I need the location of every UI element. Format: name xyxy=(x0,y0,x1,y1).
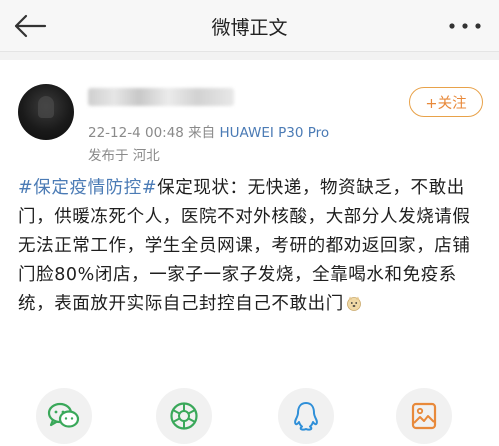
hashtag-link[interactable]: #保定疫情防控# xyxy=(18,178,157,198)
post-meta: 22-12-4 00:48 来自 HUAWEI P30 Pro xyxy=(88,121,329,141)
share-moments-button[interactable] xyxy=(156,388,212,444)
username-redacted[interactable] xyxy=(88,88,234,106)
follow-button[interactable]: +关注 xyxy=(409,87,483,117)
moments-icon xyxy=(170,402,198,430)
post-date-source: 22-12-4 00:48 来自 xyxy=(88,125,220,141)
post-text: 保定现状：无快递，物资缺乏，不敢出门，供暖冻死个人，医院不对外核酸，大部分人发烧… xyxy=(18,178,471,314)
page-title: 微博正文 xyxy=(211,17,288,39)
share-bar xyxy=(0,384,499,446)
post-card: 22-12-4 00:48 来自 HUAWEI P30 Pro 发布于 河北 +… xyxy=(0,60,499,446)
post-content: #保定疫情防控#保定现状：无快递，物资缺乏，不敢出门，供暖冻死个人，医院不对外核… xyxy=(18,174,486,319)
share-wechat-button[interactable] xyxy=(36,388,92,444)
more-button[interactable] xyxy=(443,14,487,38)
share-qq-button[interactable] xyxy=(278,388,334,444)
avatar[interactable] xyxy=(18,84,74,140)
more-dots-icon xyxy=(449,23,481,29)
save-image-button[interactable] xyxy=(396,388,452,444)
top-navigation-bar: 微博正文 xyxy=(0,0,499,52)
save-image-icon xyxy=(411,402,437,430)
qq-icon xyxy=(294,402,318,431)
wechat-icon xyxy=(47,402,80,428)
doge-emoji-icon xyxy=(346,296,361,311)
post-device[interactable]: HUAWEI P30 Pro xyxy=(219,125,329,141)
post-location: 发布于 河北 xyxy=(88,148,160,164)
